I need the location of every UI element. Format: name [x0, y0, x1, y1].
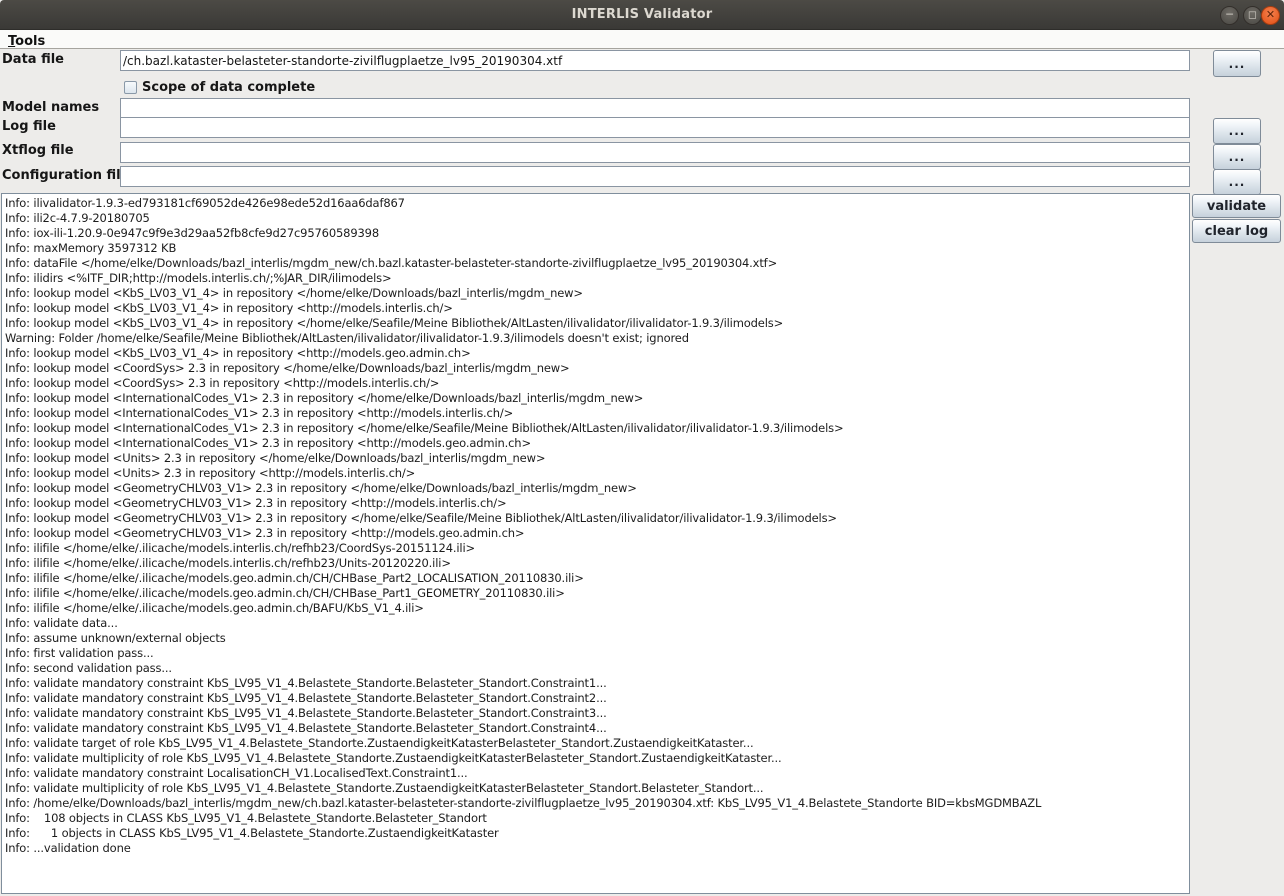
menubar: Tools [0, 30, 1284, 49]
log-line: Info: assume unknown/external objects [5, 631, 1189, 646]
log-line: Warning: Folder /home/elke/Seafile/Meine… [5, 331, 1189, 346]
log-line: Info: lookup model <KbS_LV03_V1_4> in re… [5, 286, 1189, 301]
log-line: Info: validate mandatory constraint KbS_… [5, 691, 1189, 706]
log-line: Info: /home/elke/Downloads/bazl_interlis… [5, 796, 1189, 811]
log-line: Info: 1 objects in CLASS KbS_LV95_V1_4.B… [5, 826, 1189, 841]
validate-button[interactable]: validate [1192, 194, 1281, 218]
log-line: Info: validate target of role KbS_LV95_V… [5, 736, 1189, 751]
window-title: INTERLIS Validator [0, 7, 1284, 22]
log-line: Info: 108 objects in CLASS KbS_LV95_V1_4… [5, 811, 1189, 826]
log-line: Info: validate multiplicity of role KbS_… [5, 781, 1189, 796]
log-line: Info: validate mandatory constraint Loca… [5, 766, 1189, 781]
log-line: Info: validate multiplicity of role KbS_… [5, 751, 1189, 766]
xtflog-file-input[interactable] [120, 142, 1190, 163]
log-line: Info: lookup model <GeometryCHLV03_V1> 2… [5, 526, 1189, 541]
xtflog-file-label: Xtflog file [2, 143, 74, 158]
log-line: Info: ilifile </home/elke/.ilicache/mode… [5, 571, 1189, 586]
config-file-browse-button[interactable]: ... [1213, 169, 1261, 195]
log-line: Info: lookup model <GeometryCHLV03_V1> 2… [5, 496, 1189, 511]
log-line: Info: lookup model <InternationalCodes_V… [5, 436, 1189, 451]
log-line: Info: lookup model <Units> 2.3 in reposi… [5, 451, 1189, 466]
scope-checkbox[interactable] [124, 81, 137, 94]
scope-checkbox-label: Scope of data complete [142, 80, 315, 95]
menu-tools-label-rest: ools [15, 34, 45, 49]
log-line: Info: ilifile </home/elke/.ilicache/mode… [5, 586, 1189, 601]
log-line: Info: lookup model <Units> 2.3 in reposi… [5, 466, 1189, 481]
log-line: Info: lookup model <KbS_LV03_V1_4> in re… [5, 346, 1189, 361]
log-line: Info: second validation pass... [5, 661, 1189, 676]
app-window: INTERLIS Validator ─ ◻ ✕ Tools Data file… [0, 0, 1284, 896]
log-line: Info: dataFile </home/elke/Downloads/baz… [5, 256, 1189, 271]
model-names-input[interactable] [120, 98, 1190, 119]
log-line: Info: ilifile </home/elke/.ilicache/mode… [5, 556, 1189, 571]
maximize-button[interactable]: ◻ [1243, 6, 1262, 25]
log-file-input[interactable] [120, 117, 1190, 138]
close-icon: ✕ [1266, 9, 1275, 20]
log-line: Info: ilivalidator-1.9.3-ed793181cf69052… [5, 196, 1189, 211]
minimize-button[interactable]: ─ [1220, 6, 1239, 25]
log-line: Info: lookup model <InternationalCodes_V… [5, 391, 1189, 406]
data-file-browse-button[interactable]: ... [1213, 50, 1261, 77]
log-line: Info: lookup model <InternationalCodes_V… [5, 421, 1189, 436]
config-file-input[interactable] [120, 166, 1190, 187]
minimize-icon: ─ [1226, 9, 1233, 20]
log-line: Info: first validation pass... [5, 646, 1189, 661]
log-line: Info: lookup model <KbS_LV03_V1_4> in re… [5, 316, 1189, 331]
log-line: Info: maxMemory 3597312 KB [5, 241, 1189, 256]
menu-tools[interactable]: Tools [0, 32, 53, 49]
log-line: Info: lookup model <KbS_LV03_V1_4> in re… [5, 301, 1189, 316]
log-line: Info: validate mandatory constraint KbS_… [5, 706, 1189, 721]
log-file-label: Log file [2, 119, 56, 134]
log-line: Info: lookup model <GeometryCHLV03_V1> 2… [5, 481, 1189, 496]
log-line: Info: lookup model <InternationalCodes_V… [5, 406, 1189, 421]
log-line: Info: ili2c-4.7.9-20180705 [5, 211, 1189, 226]
log-line: Info: ilidirs <%ITF_DIR;http://models.in… [5, 271, 1189, 286]
log-output[interactable]: Info: ilivalidator-1.9.3-ed793181cf69052… [1, 193, 1190, 894]
maximize-icon: ◻ [1248, 9, 1257, 20]
log-line: Info: ...validation done [5, 841, 1189, 856]
log-line: Info: validate data... [5, 616, 1189, 631]
log-file-browse-button[interactable]: ... [1213, 118, 1261, 144]
config-file-label: Configuration file [2, 168, 129, 183]
titlebar: INTERLIS Validator ─ ◻ ✕ [0, 0, 1284, 30]
log-line: Info: lookup model <CoordSys> 2.3 in rep… [5, 361, 1189, 376]
data-file-label: Data file [2, 52, 64, 67]
data-file-input[interactable] [120, 50, 1190, 71]
log-line: Info: lookup model <GeometryCHLV03_V1> 2… [5, 511, 1189, 526]
close-button[interactable]: ✕ [1261, 6, 1280, 25]
log-line: Info: lookup model <CoordSys> 2.3 in rep… [5, 376, 1189, 391]
log-line: Info: ilifile </home/elke/.ilicache/mode… [5, 601, 1189, 616]
xtflog-file-browse-button[interactable]: ... [1213, 144, 1261, 170]
clear-log-button[interactable]: clear log [1192, 219, 1281, 243]
log-line: Info: ilifile </home/elke/.ilicache/mode… [5, 541, 1189, 556]
model-names-label: Model names [2, 100, 99, 115]
log-line: Info: validate mandatory constraint KbS_… [5, 676, 1189, 691]
log-line: Info: iox-ili-1.20.9-0e947c9f9e3d29aa52f… [5, 226, 1189, 241]
log-line: Info: validate mandatory constraint KbS_… [5, 721, 1189, 736]
